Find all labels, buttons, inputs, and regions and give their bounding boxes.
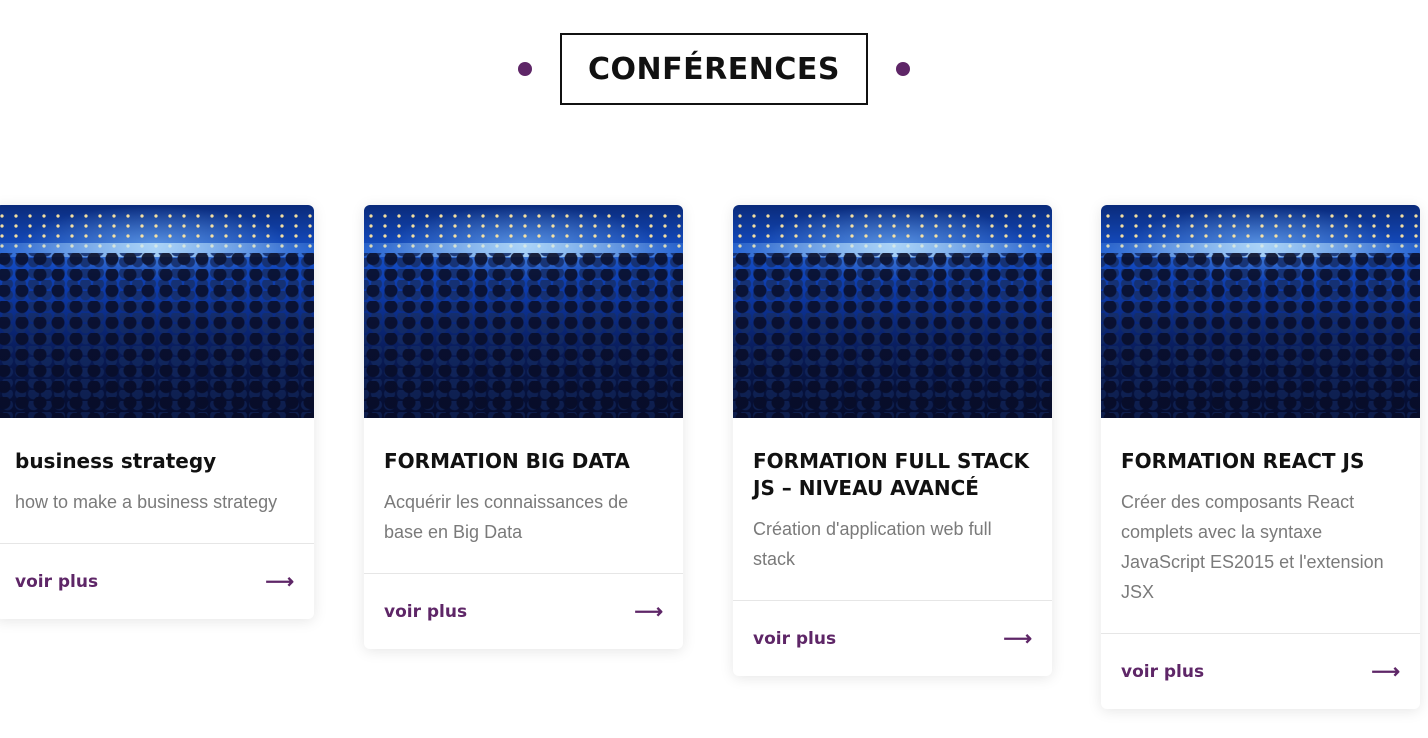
card-footer: voir plus ⟶ — [733, 600, 1052, 676]
card-description: Créer des composants React complets avec… — [1121, 492, 1384, 602]
card-image[interactable] — [1101, 205, 1420, 418]
arrow-right-icon[interactable]: ⟶ — [265, 569, 294, 594]
card-title[interactable]: FORMATION BIG DATA — [384, 448, 663, 475]
conference-card[interactable]: FORMATION FULL STACK JS – NIVEAU AVANCÉ … — [733, 205, 1052, 676]
card-title[interactable]: FORMATION FULL STACK JS – NIVEAU AVANCÉ — [753, 448, 1032, 502]
section-title: CONFÉRENCES — [560, 33, 868, 105]
decorative-dot-right — [895, 62, 910, 76]
card-description: Création d'application web full stack — [753, 519, 992, 569]
card-image[interactable] — [733, 205, 1052, 418]
voir-plus-link[interactable]: voir plus — [753, 629, 836, 649]
card-footer: voir plus ⟶ — [0, 543, 314, 619]
conference-card[interactable]: FORMATION BIG DATA Acquérir les connaiss… — [364, 205, 683, 649]
voir-plus-link[interactable]: voir plus — [1121, 662, 1204, 682]
card-description: Acquérir les connaissances de base en Bi… — [384, 492, 629, 542]
section-header: CONFÉRENCES — [0, 33, 1428, 105]
arrow-right-icon[interactable]: ⟶ — [634, 599, 663, 624]
card-footer: voir plus ⟶ — [1101, 633, 1420, 709]
decorative-dot-left — [518, 62, 533, 76]
card-title[interactable]: business strategy — [15, 448, 294, 475]
voir-plus-link[interactable]: voir plus — [384, 602, 467, 622]
card-description: how to make a business strategy — [15, 492, 278, 512]
voir-plus-link[interactable]: voir plus — [15, 572, 98, 592]
conference-card[interactable]: FORMATION REACT JS Créer des composants … — [1101, 205, 1420, 709]
card-footer: voir plus ⟶ — [364, 573, 683, 649]
card-title[interactable]: FORMATION REACT JS — [1121, 448, 1400, 475]
card-image[interactable] — [0, 205, 314, 418]
conference-card[interactable]: business strategy how to make a business… — [0, 205, 314, 619]
card-image[interactable] — [364, 205, 683, 418]
arrow-right-icon[interactable]: ⟶ — [1371, 659, 1400, 684]
arrow-right-icon[interactable]: ⟶ — [1003, 626, 1032, 651]
